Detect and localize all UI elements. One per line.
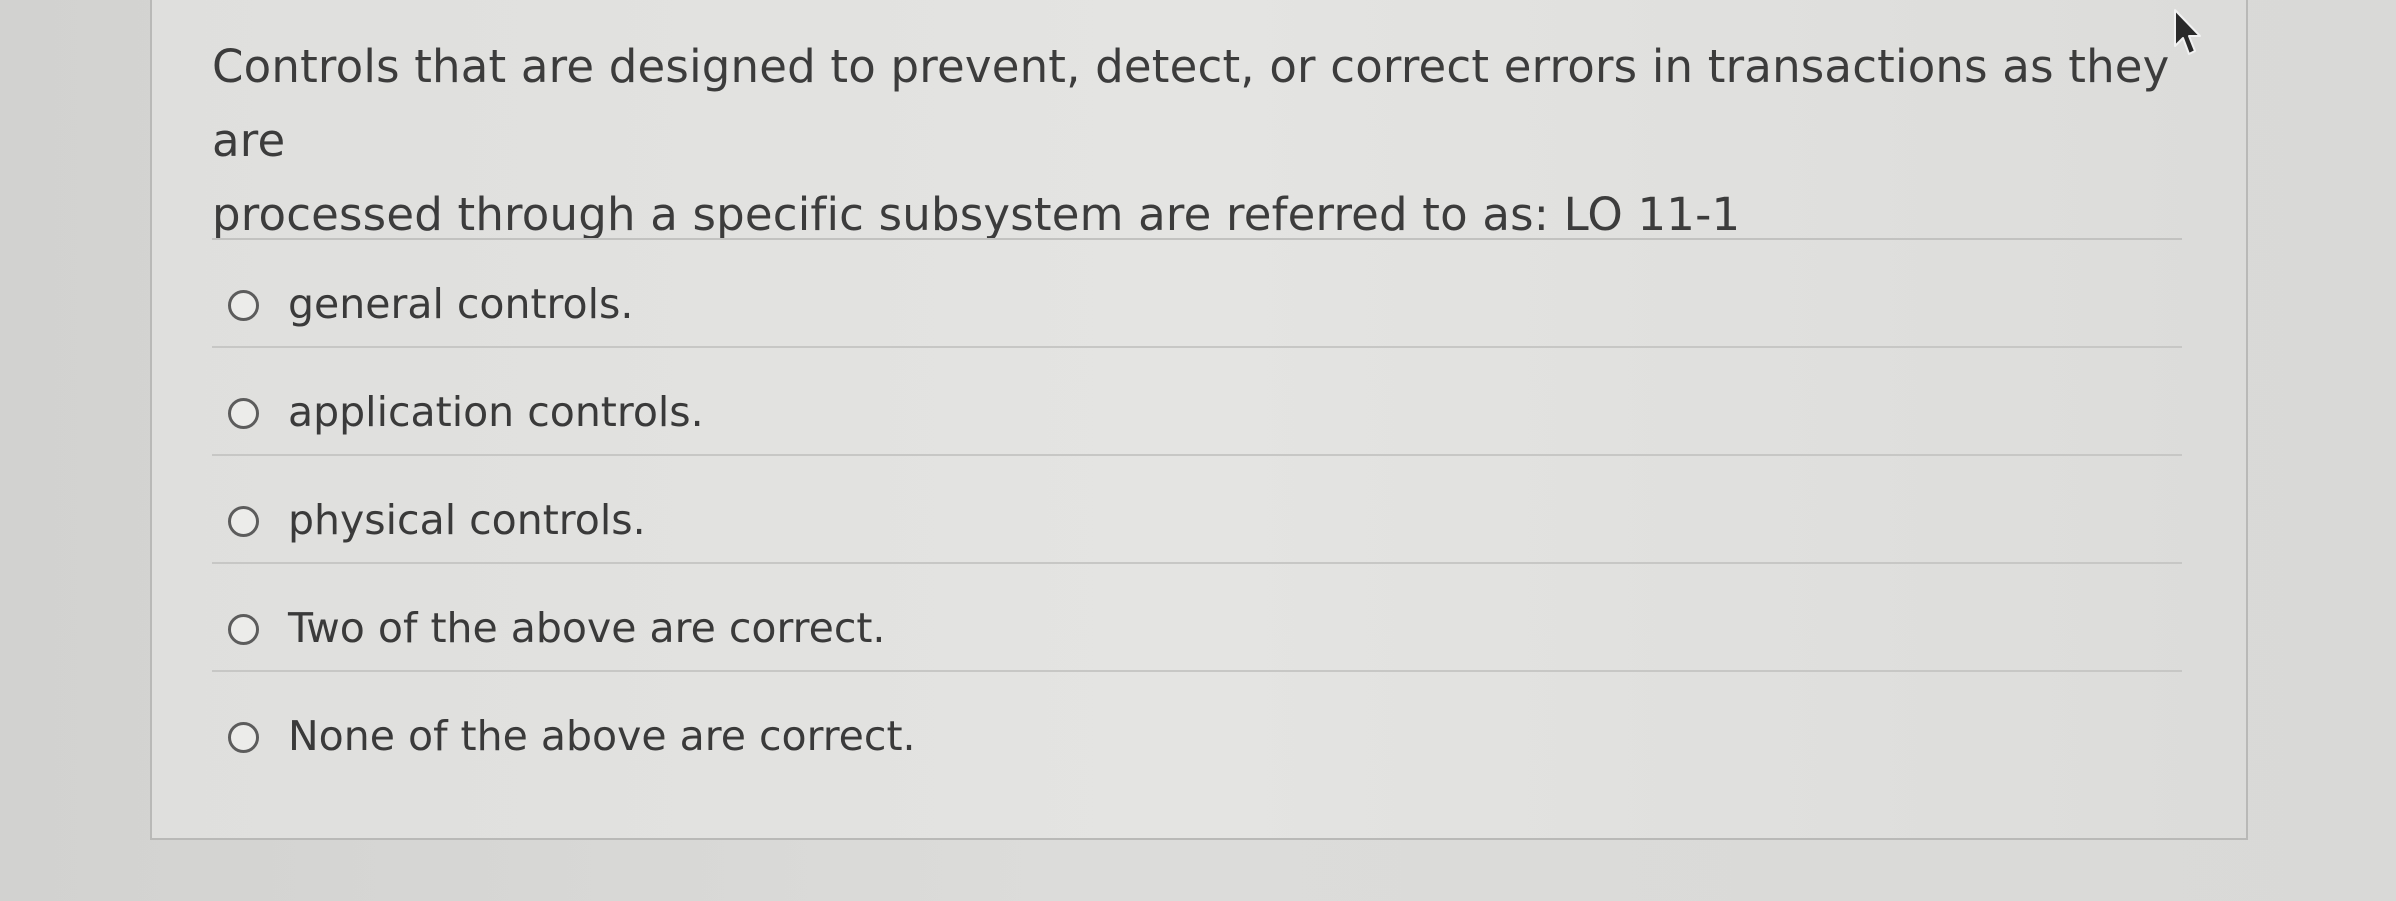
answer-option-label: physical controls.: [288, 496, 646, 544]
answer-option-none-correct[interactable]: None of the above are correct.: [212, 672, 2182, 780]
answer-option-label: application controls.: [288, 388, 704, 436]
radio-button-icon[interactable]: [228, 506, 259, 537]
answer-option-physical-controls[interactable]: physical controls.: [212, 456, 2182, 564]
question-line-1: Controls that are designed to prevent, d…: [212, 40, 2170, 167]
answer-option-label: None of the above are correct.: [288, 712, 916, 760]
question-text: Controls that are designed to prevent, d…: [212, 30, 2192, 252]
radio-button-icon[interactable]: [228, 290, 259, 321]
radio-button-icon[interactable]: [228, 398, 259, 429]
radio-button-icon[interactable]: [228, 614, 259, 645]
radio-button-icon[interactable]: [228, 722, 259, 753]
answer-option-label: general controls.: [288, 280, 634, 328]
answer-option-label: Two of the above are correct.: [288, 604, 886, 652]
mouse-pointer-icon: [2174, 9, 2201, 55]
answer-option-general-controls[interactable]: general controls.: [212, 240, 2182, 348]
answer-option-two-correct[interactable]: Two of the above are correct.: [212, 564, 2182, 672]
screen: Controls that are designed to prevent, d…: [0, 0, 2396, 901]
answer-option-application-controls[interactable]: application controls.: [212, 348, 2182, 456]
